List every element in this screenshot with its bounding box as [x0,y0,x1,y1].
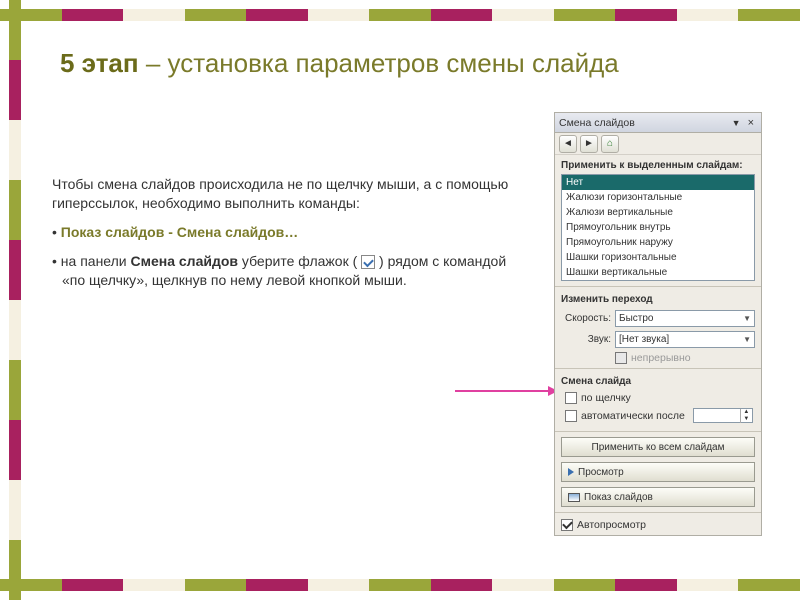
list-item[interactable]: Жалюзи горизонтальные [562,190,754,205]
nav-forward-button[interactable]: ► [580,135,598,153]
panel-nav: ◄ ► ⌂ [555,133,761,155]
list-item[interactable]: Шашки горизонтальные [562,250,754,265]
close-icon[interactable]: × [745,117,757,129]
slide-transition-panel: Смена слайдов ▼ × ◄ ► ⌂ Применить к выде… [554,112,762,536]
apply-all-button[interactable]: Применить ко всем слайдам [561,437,755,457]
chevron-down-icon: ▼ [743,314,751,323]
arrow-annotation [455,390,550,392]
effects-listbox[interactable]: Нет Жалюзи горизонтальные Жалюзи вертика… [561,174,755,281]
loop-checkbox [615,352,627,364]
list-item[interactable]: Прямоугольник наружу [562,235,754,250]
arrow-right-icon: ► [584,138,594,149]
checkbox-icon [361,255,375,269]
sound-dropdown[interactable]: [Нет звука]▼ [615,331,755,348]
paragraph-intro: Чтобы смена слайдов происходила не по ще… [52,175,512,213]
command-path: Показ слайдов - Смена слайдов… [61,224,299,240]
body-text: Чтобы смена слайдов происходила не по ще… [52,175,512,299]
title-rest: – установка параметров смены слайда [139,48,619,78]
decor-left [9,0,21,600]
arrow-left-icon: ◄ [563,138,573,149]
auto-after-checkbox[interactable] [565,410,577,422]
on-click-checkbox[interactable] [565,392,577,404]
autopreview-checkbox[interactable] [561,519,573,531]
list-item[interactable]: Жалюзи вертикальные [562,205,754,220]
advance-slide-label: Смена слайда [555,371,761,390]
on-click-label: по щелчку [581,392,631,404]
speed-dropdown[interactable]: Быстро▼ [615,310,755,327]
speed-label: Скорость: [561,313,611,324]
paragraph-instruction: • на панели Смена слайдов уберите флажок… [52,252,512,290]
nav-home-button[interactable]: ⌂ [601,135,619,153]
auto-after-label: автоматически после [581,410,685,422]
autopreview-label: Автопросмотр [577,519,646,531]
title-step: 5 этап [60,48,139,78]
loop-label: непрерывно [631,352,691,364]
panel-titlebar: Смена слайдов ▼ × [555,113,761,133]
list-item[interactable]: Прямоугольник внутрь [562,220,754,235]
apply-to-label: Применить к выделенным слайдам: [555,155,761,174]
slideshow-button[interactable]: Показ слайдов [561,487,755,507]
panel-menu-dropdown-icon[interactable]: ▼ [728,118,745,128]
spinner-down-icon[interactable]: ▼ [740,416,752,423]
auto-after-time-field[interactable]: ▲▼ [693,408,753,423]
decor-bottom [0,579,800,591]
home-icon: ⌂ [607,138,613,149]
spinner-up-icon[interactable]: ▲ [740,409,752,416]
chevron-down-icon: ▼ [743,335,751,344]
list-item[interactable]: Нет [562,175,754,190]
preview-button[interactable]: Просмотр [561,462,755,482]
page-title: 5 этап – установка параметров смены слай… [60,48,760,79]
play-icon [568,468,574,476]
sound-label: Звук: [561,334,611,345]
modify-transition-label: Изменить переход [555,289,761,308]
monitor-icon [568,493,580,502]
nav-back-button[interactable]: ◄ [559,135,577,153]
list-item[interactable]: Шашки вертикальные [562,265,754,280]
panel-title: Смена слайдов [559,117,728,129]
decor-top [0,9,800,21]
